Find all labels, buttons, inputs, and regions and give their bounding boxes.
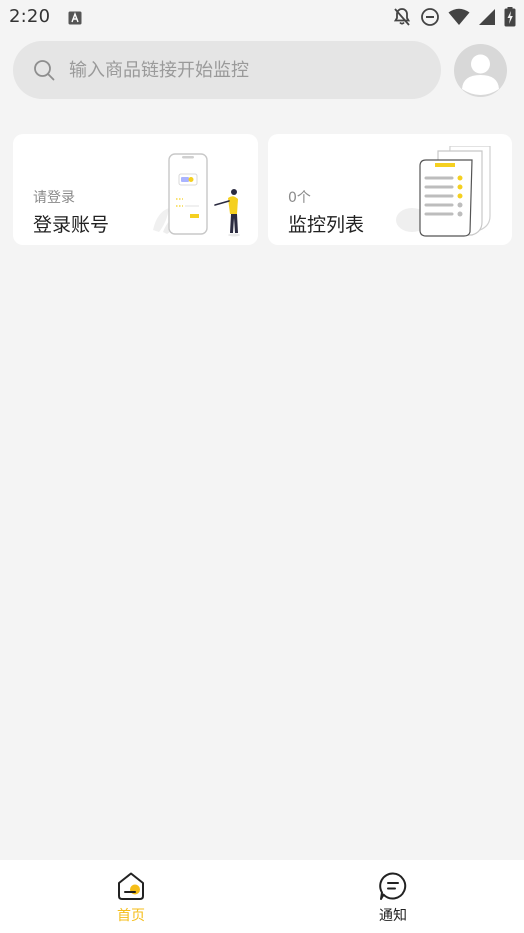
home-icon [116, 860, 146, 901]
nav-notifications-label: 通知 [379, 908, 407, 924]
status-bar: 2:20 [0, 0, 524, 36]
search-input[interactable] [69, 55, 409, 85]
text-a-icon [68, 10, 82, 25]
message-icon [378, 860, 408, 901]
monitor-count: 0个 [288, 190, 311, 206]
login-card-subtitle: 请登录 [33, 190, 75, 206]
bottom-nav: 首页 通知 [0, 860, 524, 933]
status-icons [392, 6, 516, 28]
monitor-list-title: 监控列表 [288, 214, 365, 236]
nav-notifications[interactable]: 通知 [262, 860, 524, 933]
user-avatar-icon [462, 54, 499, 95]
notifications-off-icon [392, 7, 412, 27]
search-bar[interactable] [13, 41, 441, 99]
login-card[interactable]: 请登录 登录账号 [13, 134, 258, 245]
avatar[interactable] [454, 44, 507, 97]
wifi-icon [448, 8, 470, 26]
phone-illustration-icon [149, 146, 249, 242]
battery-charging-icon [504, 7, 516, 27]
search-icon [33, 59, 55, 81]
do-not-disturb-icon [420, 7, 440, 27]
status-time: 2:20 [9, 6, 51, 27]
nav-home-label: 首页 [117, 908, 145, 924]
nav-home[interactable]: 首页 [0, 860, 262, 933]
document-list-illustration-icon [390, 145, 500, 245]
app-screen: 2:20 输入商品链接开始监控 请登录 登录账号 0个 监控列表 首页 通知 [0, 0, 524, 933]
cellular-signal-icon [478, 8, 496, 26]
login-card-title: 登录账号 [33, 214, 110, 236]
monitor-list-card[interactable]: 0个 监控列表 [268, 134, 512, 245]
